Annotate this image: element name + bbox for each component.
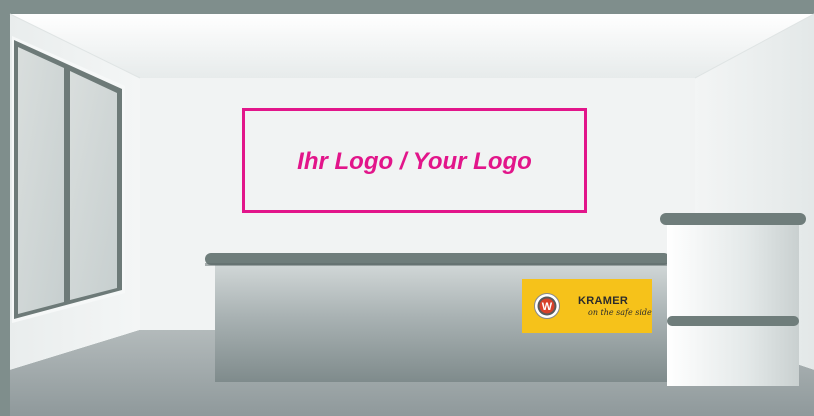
kramer-brand-name: KRAMER [578, 295, 629, 307]
logo-placeholder-text: Ihr Logo / Your Logo [297, 147, 532, 175]
side-counter [660, 213, 806, 386]
kramer-sign: W KRAMER on the safe side [522, 279, 652, 333]
logo-placeholder-frame: Ihr Logo / Your Logo [242, 108, 587, 213]
window [11, 36, 126, 323]
kramer-slogan: on the safe side [588, 308, 652, 317]
ceiling [10, 14, 814, 78]
kramer-badge-icon: W [534, 293, 560, 319]
kramer-badge-letter: W [542, 301, 553, 313]
